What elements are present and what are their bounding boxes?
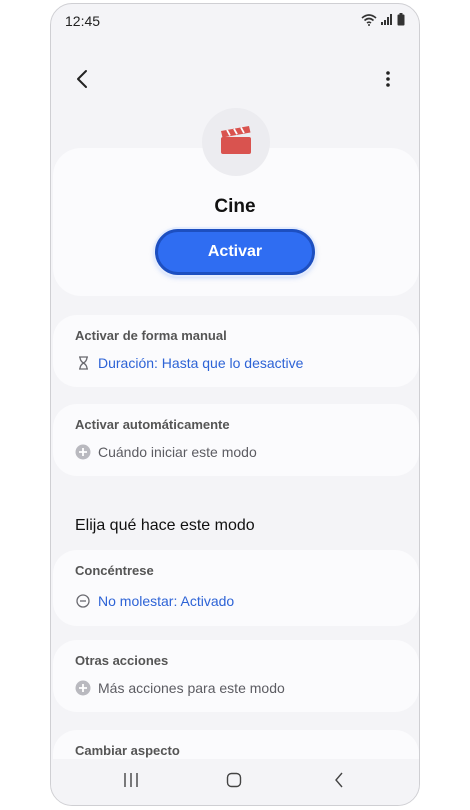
duration-setting[interactable]: Duración: Hasta que lo desactive [75, 355, 303, 371]
more-options-button[interactable] [373, 64, 403, 98]
other-actions-card: Otras acciones Más acciones para este mo… [53, 640, 419, 712]
chevron-left-icon [75, 69, 89, 94]
focus-card: Concéntrese No molestar: Activado [53, 550, 419, 626]
wifi-icon [361, 13, 377, 26]
more-vertical-icon [385, 70, 391, 93]
activate-button[interactable]: Activar [155, 229, 315, 275]
nav-back-button[interactable] [319, 769, 359, 795]
status-icons [361, 13, 405, 26]
navigation-bar [51, 759, 419, 805]
status-bar: 12:45 [51, 4, 419, 38]
clapperboard-icon [219, 125, 253, 160]
back-button[interactable] [65, 64, 99, 98]
duration-text: Duración: Hasta que lo desactive [98, 355, 304, 371]
recents-icon [123, 772, 139, 793]
minus-circle-icon [75, 593, 91, 609]
plus-circle-icon [75, 680, 91, 696]
battery-icon [397, 13, 405, 26]
section-heading: Elija qué hace este modo [75, 517, 255, 534]
signal-icon [381, 14, 393, 25]
dnd-text: No molestar: Activado [98, 593, 235, 609]
plus-circle-icon [75, 444, 91, 460]
other-actions-title: Otras acciones [75, 653, 169, 668]
auto-activation-card: Activar automáticamente Cuándo iniciar e… [53, 404, 419, 476]
recents-button[interactable] [111, 769, 151, 795]
home-button[interactable] [214, 769, 254, 795]
dnd-setting[interactable]: No molestar: Activado [75, 593, 234, 609]
hourglass-icon [75, 355, 91, 371]
status-time: 12:45 [65, 13, 101, 29]
more-actions-text: Más acciones para este modo [98, 680, 285, 696]
chevron-left-icon [334, 772, 344, 793]
when-start-text: Cuándo iniciar este modo [98, 444, 257, 460]
focus-title: Concéntrese [75, 563, 154, 578]
appearance-title: Cambiar aspecto [75, 743, 180, 758]
more-actions-setting[interactable]: Más acciones para este modo [75, 680, 285, 696]
mode-icon-circle [202, 108, 270, 176]
when-start-setting[interactable]: Cuándo iniciar este modo [75, 444, 257, 460]
phone-frame: 12:45 Cine Activar Activar de forma manu… [50, 3, 420, 806]
manual-activation-card: Activar de forma manual Duración: Hasta … [53, 315, 419, 387]
mode-title: Cine [214, 196, 256, 217]
manual-activation-title: Activar de forma manual [75, 328, 227, 343]
home-icon [226, 772, 242, 793]
top-app-bar [51, 56, 419, 104]
auto-activation-title: Activar automáticamente [75, 417, 230, 432]
